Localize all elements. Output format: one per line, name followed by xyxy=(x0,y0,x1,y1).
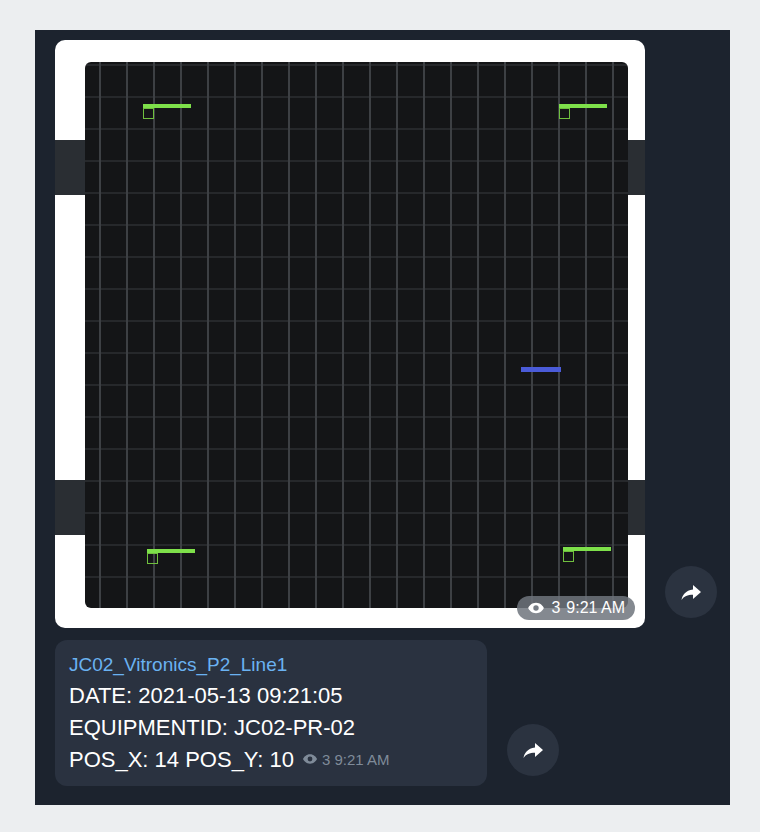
frame-tab xyxy=(55,480,85,535)
share-button[interactable] xyxy=(665,566,717,618)
photo-message-row: 3 9:21 AM xyxy=(55,40,730,628)
page: 3 9:21 AM JC02_Vitronics_P2_Line1 DATE: … xyxy=(0,0,760,832)
message-last-row: POS_X: 14 POS_Y: 10 3 9:21 AM xyxy=(69,744,473,776)
frame-tab xyxy=(628,480,645,535)
corner-marker xyxy=(147,549,195,553)
message-time: 9:21 AM xyxy=(566,599,625,617)
corner-marker xyxy=(559,104,607,108)
corner-marker xyxy=(563,547,611,551)
defect-label xyxy=(521,367,561,372)
view-count: 3 xyxy=(322,751,330,768)
solar-panel-image xyxy=(85,62,628,608)
message-line: POS_X: 14 POS_Y: 10 xyxy=(69,744,294,776)
message-meta: 3 9:21 AM xyxy=(302,751,389,768)
message-time: 9:21 AM xyxy=(334,751,389,768)
share-icon xyxy=(521,738,545,762)
frame-tab xyxy=(55,140,85,195)
sender-name[interactable]: JC02_Vitronics_P2_Line1 xyxy=(69,650,473,680)
message-line: DATE: 2021-05-13 09:21:05 xyxy=(69,680,473,712)
eye-icon xyxy=(527,599,545,617)
message-line: EQUIPMENTID: JC02-PR-02 xyxy=(69,712,473,744)
text-message[interactable]: JC02_Vitronics_P2_Line1 DATE: 2021-05-13… xyxy=(55,640,487,786)
chat-area: 3 9:21 AM JC02_Vitronics_P2_Line1 DATE: … xyxy=(35,30,730,805)
caption-message-row: JC02_Vitronics_P2_Line1 DATE: 2021-05-13… xyxy=(55,640,730,786)
photo-meta: 3 9:21 AM xyxy=(517,596,635,620)
frame-tab xyxy=(628,140,645,195)
view-count: 3 xyxy=(551,599,560,617)
corner-marker xyxy=(143,104,191,108)
eye-icon xyxy=(302,751,318,767)
share-button[interactable] xyxy=(507,724,559,776)
photo-message[interactable]: 3 9:21 AM xyxy=(55,40,645,628)
share-icon xyxy=(679,580,703,604)
